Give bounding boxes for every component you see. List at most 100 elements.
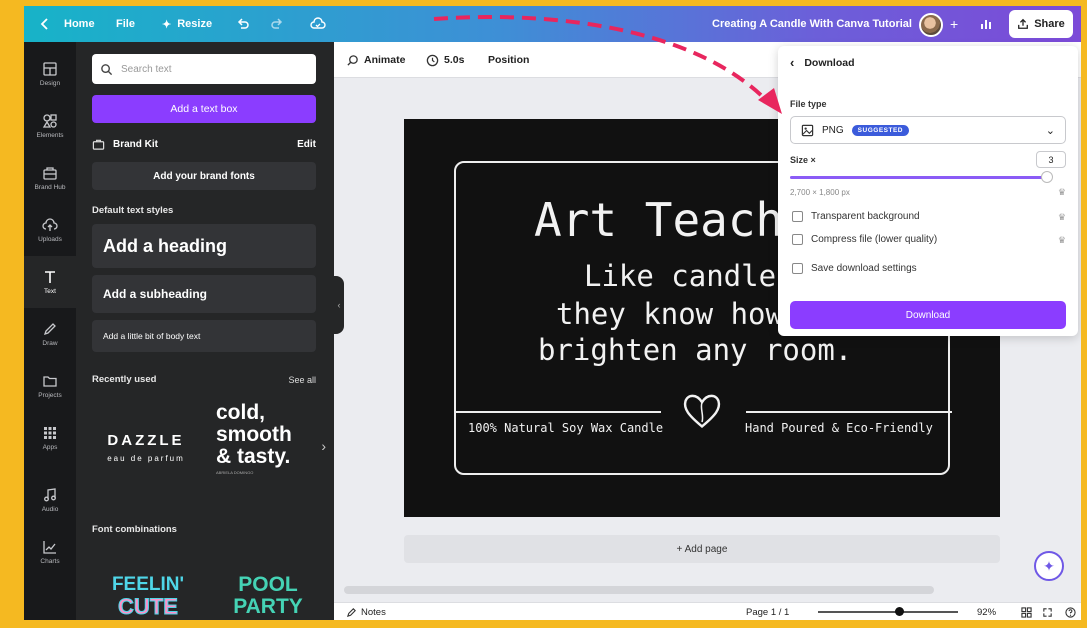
- home-label: Home: [64, 18, 95, 30]
- chart-icon: [43, 541, 56, 554]
- tasty-text: & tasty.: [216, 445, 291, 468]
- save-settings-option[interactable]: Save download settings: [792, 263, 917, 274]
- avatar[interactable]: [919, 13, 943, 37]
- heart-icon[interactable]: [680, 389, 724, 433]
- canvas-line-4[interactable]: brighten any room.: [538, 333, 852, 367]
- font-combo-pool-party[interactable]: POOL PARTY: [218, 574, 318, 618]
- rail-item-text[interactable]: Text: [24, 256, 76, 308]
- notes-button[interactable]: Notes: [346, 603, 386, 620]
- rail-label: Charts: [40, 558, 60, 565]
- position-button[interactable]: Position: [488, 42, 529, 78]
- search-input[interactable]: [121, 63, 301, 75]
- size-slider-knob[interactable]: [1040, 171, 1053, 183]
- fullscreen-button[interactable]: [1042, 603, 1053, 620]
- transparent-background-option[interactable]: Transparent background: [792, 211, 920, 222]
- design-title-text: Creating A Candle With Canva Tutorial: [712, 18, 912, 30]
- font-preset-cold-smooth-tasty[interactable]: cold, smooth & tasty. ABRIELA DOMINGO: [216, 402, 316, 502]
- download-button[interactable]: Download: [790, 301, 1066, 329]
- animate-button[interactable]: Animate: [346, 42, 405, 78]
- rail-item-audio[interactable]: Audio: [24, 474, 76, 526]
- redo-button[interactable]: [270, 6, 284, 42]
- rail-label: Projects: [38, 392, 62, 399]
- resize-label: Resize: [177, 18, 213, 30]
- back-arrow-icon[interactable]: ‹: [790, 55, 794, 70]
- add-text-box-button[interactable]: Add a text box: [92, 95, 316, 123]
- file-type-label: File type: [790, 99, 827, 109]
- add-heading-button[interactable]: Add a heading: [92, 224, 316, 268]
- rail-item-uploads[interactable]: Uploads: [24, 204, 76, 256]
- save-settings-label: Save download settings: [811, 263, 917, 274]
- compress-file-option[interactable]: Compress file (lower quality): [792, 234, 937, 245]
- left-caption[interactable]: 100% Natural Soy Wax Candle: [468, 421, 663, 435]
- add-page-button[interactable]: + Add page: [404, 535, 1000, 563]
- share-button[interactable]: Share: [1009, 10, 1073, 38]
- help-button[interactable]: [1065, 603, 1076, 620]
- right-caption[interactable]: Hand Poured & Eco-Friendly: [745, 421, 933, 435]
- canvas-line-2[interactable]: Like candle: [584, 259, 776, 293]
- insights-button[interactable]: [979, 6, 993, 42]
- canva-window: Home File ✦ Resize Creating A Candle Wit…: [24, 6, 1081, 620]
- add-brand-fonts-button[interactable]: Add your brand fonts: [92, 162, 316, 190]
- suggested-badge: SUGGESTED: [851, 124, 909, 136]
- grid-view-button[interactable]: [1021, 603, 1032, 620]
- zoom-level[interactable]: 92%: [977, 603, 996, 620]
- rail-label: Apps: [42, 444, 58, 451]
- rail-item-draw[interactable]: Draw: [24, 308, 76, 360]
- crown-icon: ♛: [1057, 187, 1066, 197]
- add-body-text-button[interactable]: Add a little bit of body text: [92, 320, 316, 352]
- font-combo-feelin-cute[interactable]: FEELIN' CUTE: [98, 574, 198, 618]
- compress-checkbox[interactable]: [792, 234, 803, 245]
- horizontal-scrollbar[interactable]: [344, 586, 934, 594]
- canvas-line-3[interactable]: they know how: [556, 297, 783, 331]
- search-box[interactable]: [92, 54, 316, 84]
- page-indicator[interactable]: Page 1 / 1: [746, 603, 789, 620]
- status-bar: Notes Page 1 / 1 92%: [334, 602, 1081, 620]
- rail-label: Brand Hub: [34, 184, 66, 191]
- help-icon: [1065, 606, 1076, 618]
- add-subheading-button[interactable]: Add a subheading: [92, 275, 316, 313]
- canvas-title-text[interactable]: Art Teach: [534, 193, 783, 247]
- sparkle-icon: ✦: [162, 18, 172, 31]
- duration-label: 5.0s: [444, 54, 465, 66]
- rail-item-brand-hub[interactable]: Brand Hub: [24, 152, 76, 204]
- side-rail: Design Elements Brand Hub Uploads Text D…: [24, 42, 76, 620]
- chevron-right-icon[interactable]: ›: [321, 438, 326, 454]
- download-panel: ‹ Download File type PNG SUGGESTED ⌄ Siz…: [778, 46, 1078, 336]
- rail-item-elements[interactable]: Elements: [24, 100, 76, 152]
- brand-kit-label: Brand Kit: [113, 139, 158, 150]
- save-settings-checkbox[interactable]: [792, 263, 803, 274]
- top-bar: Home File ✦ Resize Creating A Candle Wit…: [24, 6, 1081, 42]
- zoom-slider[interactable]: [818, 607, 958, 616]
- file-menu[interactable]: File: [116, 6, 135, 42]
- zoom-slider-knob[interactable]: [895, 607, 904, 616]
- size-slider[interactable]: [790, 171, 1053, 183]
- font-preset-dazzle[interactable]: DAZZLE eau de parfum: [92, 397, 200, 497]
- home-button[interactable]: Home: [38, 6, 95, 42]
- transparent-checkbox[interactable]: [792, 211, 803, 222]
- rail-item-apps[interactable]: Apps: [24, 412, 76, 464]
- collapse-panel-handle[interactable]: ‹: [334, 276, 344, 334]
- compress-label: Compress file (lower quality): [811, 234, 938, 245]
- duration-button[interactable]: 5.0s: [426, 42, 464, 78]
- add-collaborator-button[interactable]: +: [950, 6, 958, 42]
- feelin-text: FEELIN': [111, 574, 185, 595]
- resize-button[interactable]: ✦ Resize: [162, 6, 212, 42]
- transparent-label: Transparent background: [811, 211, 920, 222]
- rail-item-projects[interactable]: Projects: [24, 360, 76, 412]
- undo-button[interactable]: [236, 6, 250, 42]
- design-title[interactable]: Creating A Candle With Canva Tutorial: [712, 6, 912, 42]
- music-icon: [44, 488, 56, 502]
- magic-assistant-button[interactable]: ✦: [1034, 551, 1064, 581]
- file-type-select[interactable]: PNG SUGGESTED ⌄: [790, 116, 1066, 144]
- see-all-link[interactable]: See all: [288, 375, 316, 385]
- size-input[interactable]: 3: [1036, 151, 1066, 168]
- rail-item-charts[interactable]: Charts: [24, 526, 76, 578]
- smooth-text: smooth: [216, 423, 292, 446]
- cloud-save-button[interactable]: [310, 6, 326, 42]
- dazzle-subtext: eau de parfum: [107, 453, 185, 463]
- rail-item-design[interactable]: Design: [24, 48, 76, 100]
- grid-icon: [44, 427, 56, 439]
- edit-brand-kit-link[interactable]: Edit: [297, 139, 316, 150]
- notes-icon: [346, 607, 356, 617]
- briefcase-icon: [92, 139, 105, 150]
